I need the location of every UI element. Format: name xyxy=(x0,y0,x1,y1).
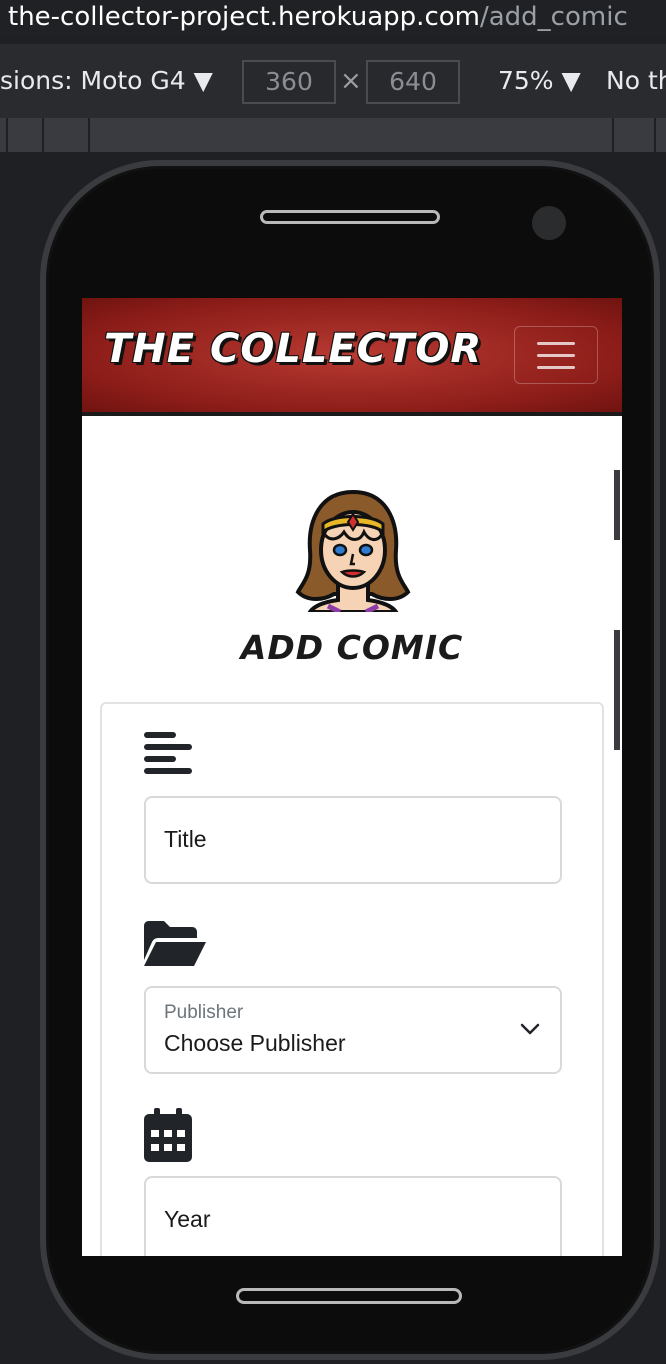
device-toolbar: sions: Moto G4 ▼ 360 × 640 75% ▼ No th xyxy=(0,44,666,120)
zoom-select[interactable]: 75% ▼ xyxy=(498,66,581,95)
url-host: the-collector-project.herokuapp.com xyxy=(8,2,480,32)
calendar-icon xyxy=(144,1108,192,1162)
publisher-selected-value: Choose Publisher xyxy=(164,1030,346,1056)
phone-camera xyxy=(532,206,566,240)
align-left-icon xyxy=(144,732,192,774)
url-path: /add_comic xyxy=(479,2,628,32)
folder-open-icon xyxy=(144,921,206,966)
publisher-label: Publisher xyxy=(164,1002,244,1023)
navbar-toggler-button[interactable] xyxy=(514,326,598,384)
chevron-down-icon xyxy=(520,1023,540,1035)
address-bar[interactable]: the-collector-project.herokuapp.com/add_… xyxy=(0,0,666,36)
dimension-separator: × xyxy=(340,66,362,96)
phone-side-button xyxy=(614,630,620,750)
phone-screen: THE COLLECTOR ADD COMIC Title Publisher … xyxy=(82,298,622,1256)
viewport-height-input[interactable]: 640 xyxy=(366,60,460,104)
viewport-width-input[interactable]: 360 xyxy=(242,60,336,104)
title-input[interactable]: Title xyxy=(144,796,562,884)
page-title: ADD COMIC xyxy=(240,628,464,667)
phone-speaker xyxy=(260,210,440,224)
year-input[interactable]: Year xyxy=(144,1176,562,1256)
brand-logo[interactable]: THE COLLECTOR xyxy=(104,326,482,372)
title-placeholder: Title xyxy=(164,826,207,852)
navbar: THE COLLECTOR xyxy=(82,298,622,416)
wonder-woman-avatar-icon xyxy=(295,489,411,612)
phone-side-button xyxy=(614,470,620,540)
add-comic-form: Title Publisher Choose Publisher Year xyxy=(100,702,604,1256)
year-placeholder: Year xyxy=(164,1206,211,1232)
device-select[interactable]: sions: Moto G4 ▼ xyxy=(0,66,213,95)
phone-home-bar xyxy=(236,1288,462,1304)
throttle-select[interactable]: No th xyxy=(606,66,666,95)
publisher-select[interactable]: Publisher Choose Publisher xyxy=(144,986,562,1074)
phone-frame: THE COLLECTOR ADD COMIC Title Publisher … xyxy=(40,160,660,1360)
media-query-ruler[interactable] xyxy=(0,118,666,152)
